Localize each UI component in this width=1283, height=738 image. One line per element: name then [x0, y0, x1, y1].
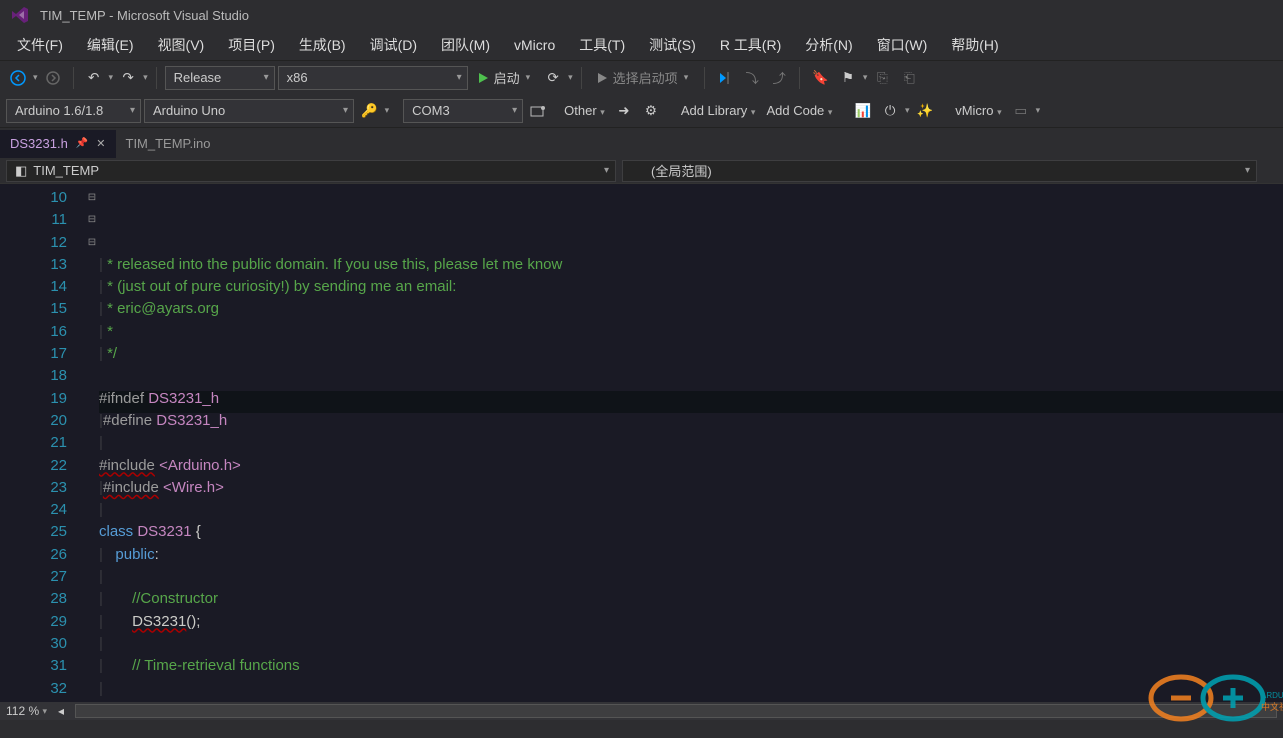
menu-团队m[interactable]: 团队(M): [429, 31, 502, 59]
vs-logo-icon: [6, 1, 34, 29]
power-icon[interactable]: ⏻: [878, 99, 902, 123]
horizontal-scrollbar[interactable]: [75, 704, 1277, 718]
vmicro-toolbar: Arduino 1.6/1.8 Arduino Uno 🔑▾ COM3 Othe…: [0, 94, 1283, 128]
menu-帮助h[interactable]: 帮助(H): [939, 31, 1010, 59]
menu-调试d[interactable]: 调试(D): [358, 31, 429, 59]
window-title: TIM_TEMP - Microsoft Visual Studio: [40, 8, 249, 23]
add-library-menu[interactable]: Add Library ▾: [677, 103, 760, 118]
menu-编辑e[interactable]: 编辑(E): [75, 31, 146, 59]
step-into-icon[interactable]: [713, 66, 737, 90]
serial-monitor-icon[interactable]: [526, 99, 550, 123]
menu-测试s[interactable]: 测试(S): [637, 31, 708, 59]
menu-r 工具r[interactable]: R 工具(R): [708, 31, 793, 59]
editor-status-bar: 112 % ▾ ◂: [0, 702, 1283, 720]
uncomment-icon[interactable]: ⎗: [897, 66, 921, 90]
step-out-icon[interactable]: ⤴: [767, 66, 791, 90]
start-label: 启动: [494, 68, 520, 87]
menu-生成b[interactable]: 生成(B): [287, 31, 358, 59]
file-tab-label: TIM_TEMP.ino: [126, 136, 211, 151]
search-icon[interactable]: 🔑: [357, 99, 382, 123]
close-icon[interactable]: ✕: [96, 137, 105, 150]
zoom-level[interactable]: 112 % ▾: [6, 704, 47, 718]
project-crumb[interactable]: ◧ TIM_TEMP: [6, 160, 616, 182]
comment-icon[interactable]: ⎘: [870, 66, 894, 90]
pin-icon[interactable]: 📌: [76, 138, 88, 149]
file-tab-ds3231[interactable]: DS3231.h 📌 ✕: [0, 130, 116, 158]
flag-icon[interactable]: ⚑: [836, 66, 860, 90]
platform-dropdown[interactable]: x86: [278, 66, 468, 90]
wand-icon[interactable]: ✨: [913, 99, 938, 123]
redo-button[interactable]: ↷: [116, 66, 140, 90]
play-icon: [479, 73, 488, 83]
menubar: 文件(F)编辑(E)视图(V)项目(P)生成(B)调试(D)团队(M)vMicr…: [0, 30, 1283, 60]
menu-工具t[interactable]: 工具(T): [567, 31, 637, 59]
vmicro-sub-icon[interactable]: ▭: [1009, 99, 1033, 123]
select-startup-button[interactable]: 选择启动项 ▾: [590, 66, 697, 90]
config-dropdown[interactable]: Release: [165, 66, 275, 90]
other-menu[interactable]: Other ▾: [560, 103, 609, 118]
project-icon: ◧: [15, 163, 27, 179]
refresh-button[interactable]: ⟳: [541, 66, 565, 90]
board-dropdown[interactable]: Arduino Uno: [144, 99, 354, 123]
arrow-icon[interactable]: ➜: [612, 99, 636, 123]
vmicro-menu[interactable]: vMicro ▾: [951, 103, 1005, 118]
line-number-gutter: 1011121314151617181920212223242526272829…: [0, 184, 85, 702]
menu-窗口w[interactable]: 窗口(W): [865, 31, 940, 59]
select-startup-label: 选择启动项: [613, 68, 678, 87]
navigation-bar: ◧ TIM_TEMP (全局范围): [0, 158, 1283, 184]
main-toolbar: ▾ ↶▾ ↷▾ Release x86 启动 ▾ ⟳▾ 选择启动项 ▾ ⤵ ⤴ …: [0, 60, 1283, 94]
menu-视图v[interactable]: 视图(V): [146, 31, 217, 59]
titlebar: TIM_TEMP - Microsoft Visual Studio: [0, 0, 1283, 30]
menu-vmicro[interactable]: vMicro: [502, 33, 567, 57]
code-area[interactable]: | * released into the public domain. If …: [99, 184, 1283, 702]
scope-crumb[interactable]: (全局范围): [622, 160, 1257, 182]
menu-分析n[interactable]: 分析(N): [793, 31, 864, 59]
nav-forward-button[interactable]: [41, 66, 65, 90]
file-tab-timtemp[interactable]: TIM_TEMP.ino: [116, 130, 221, 158]
menu-项目p[interactable]: 项目(P): [216, 31, 287, 59]
port-dropdown[interactable]: COM3: [403, 99, 523, 123]
file-tab-bar: DS3231.h 📌 ✕ TIM_TEMP.ino: [0, 128, 1283, 158]
nav-back-button[interactable]: [6, 66, 30, 90]
settings-icon[interactable]: ⚙: [639, 99, 663, 123]
menu-文件f[interactable]: 文件(F): [5, 31, 75, 59]
board-version-dropdown[interactable]: Arduino 1.6/1.8: [6, 99, 141, 123]
add-code-menu[interactable]: Add Code ▾: [762, 103, 836, 118]
chart-icon[interactable]: 📊: [850, 99, 875, 123]
bookmark-icon[interactable]: 🔖: [808, 66, 833, 90]
scroll-left-icon[interactable]: ◂: [53, 704, 69, 718]
fold-column[interactable]: ⊟⊟⊟: [85, 184, 99, 702]
file-tab-label: DS3231.h: [10, 136, 68, 151]
play-outline-icon: [598, 73, 607, 83]
undo-button[interactable]: ↶: [82, 66, 106, 90]
code-editor[interactable]: 1011121314151617181920212223242526272829…: [0, 184, 1283, 702]
start-button[interactable]: 启动 ▾: [471, 66, 539, 90]
step-over-icon[interactable]: ⤵: [740, 66, 764, 90]
